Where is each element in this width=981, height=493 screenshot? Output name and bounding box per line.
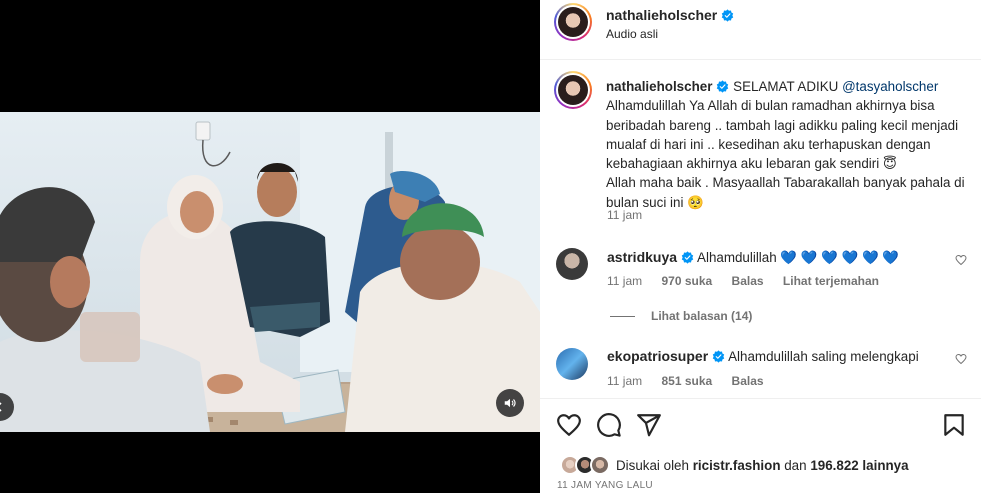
likes-count-link[interactable]: 196.822 lainnya <box>810 458 908 473</box>
actions-divider <box>540 398 981 399</box>
comment: ekopatriosuper Alhamdulillah saling mele… <box>607 348 919 364</box>
post-media[interactable] <box>0 0 540 493</box>
caption-username[interactable]: nathalieholscher <box>606 79 712 94</box>
view-replies-label[interactable]: Lihat balasan (14) <box>651 309 752 323</box>
video-frame[interactable] <box>0 112 540 432</box>
liker-avatars[interactable] <box>560 455 612 475</box>
comment-reply-button[interactable]: Balas <box>732 274 764 288</box>
heart-icon[interactable] <box>556 412 582 438</box>
likes-prefix: Disukai oleh <box>616 457 689 473</box>
comment-translate-button[interactable]: Lihat terjemahan <box>783 274 879 288</box>
share-icon[interactable] <box>636 412 662 438</box>
author-username-row[interactable]: nathalieholscher <box>606 7 734 23</box>
comment-like-heart-icon[interactable] <box>955 353 967 365</box>
post-side-panel: nathalieholscher Audio asli nathaliehols… <box>540 0 981 493</box>
caption-body: Alhamdulillah Ya Allah di bulan ramadhan… <box>606 98 959 172</box>
comment-username[interactable]: astridkuya <box>607 249 677 265</box>
comment-like-heart-icon[interactable] <box>955 254 967 266</box>
post-timestamp[interactable]: 11 JAM YANG LALU <box>557 480 653 491</box>
speaker-icon <box>504 398 516 408</box>
verified-badge-icon <box>681 251 694 264</box>
comment-reply-button[interactable]: Balas <box>732 374 764 388</box>
verified-badge-icon <box>717 80 729 93</box>
likes-summary: Disukai oleh ricistr.fashion dan 196.822… <box>560 455 909 475</box>
comment-username[interactable]: ekopatriosuper <box>607 348 708 364</box>
comment-likes[interactable]: 970 suka <box>661 274 712 288</box>
comment-body: Alhamdulillah 💙 💙 💙 💙 💙 💙 <box>697 250 900 265</box>
caption-author-avatar[interactable] <box>554 71 592 109</box>
audio-label[interactable]: Audio asli <box>606 27 658 41</box>
view-replies-button[interactable]: Lihat balasan (14) <box>610 309 752 323</box>
post-action-bar <box>540 410 981 442</box>
audio-toggle-button[interactable] <box>496 389 524 417</box>
comment-timestamp[interactable]: 11 jam <box>607 274 642 288</box>
comment-body: Alhamdulillah saling melengkapi <box>728 349 919 364</box>
comment-meta: 11 jam 970 suka Balas Lihat terjemahan <box>607 274 895 288</box>
caption-timestamp[interactable]: 11 jam <box>607 208 642 222</box>
comment-avatar[interactable] <box>556 348 588 380</box>
comment-icon[interactable] <box>596 412 622 438</box>
video-scene-image <box>0 112 540 432</box>
verified-badge-icon <box>722 9 734 22</box>
liker-avatar[interactable] <box>590 455 610 475</box>
verified-badge-icon <box>712 350 725 363</box>
comment-meta: 11 jam 851 suka Balas <box>607 374 780 388</box>
caption-lead: SELAMAT ADIKU <box>733 79 839 94</box>
comment-timestamp[interactable]: 11 jam <box>607 374 642 388</box>
caption-mention-link[interactable]: @tasyaholscher <box>842 79 938 94</box>
likes-mid: dan <box>784 457 807 473</box>
caption-body-2: Allah maha baik . Masyaallah Tabarakalla… <box>606 175 965 210</box>
chevron-left-icon <box>0 402 2 412</box>
post-caption: nathalieholscher SELAMAT ADIKU @tasyahol… <box>606 77 968 212</box>
post-header: nathalieholscher Audio asli <box>540 0 981 60</box>
bookmark-icon[interactable] <box>941 412 967 438</box>
liker-username-link[interactable]: ricistr.fashion <box>693 458 781 473</box>
replies-divider-line <box>610 315 635 317</box>
comment: astridkuya Alhamdulillah 💙 💙 💙 💙 💙 💙 <box>607 249 899 266</box>
comment-likes[interactable]: 851 suka <box>661 374 712 388</box>
author-username[interactable]: nathalieholscher <box>606 7 717 23</box>
comment-avatar[interactable] <box>556 248 588 280</box>
author-avatar[interactable] <box>554 3 592 41</box>
